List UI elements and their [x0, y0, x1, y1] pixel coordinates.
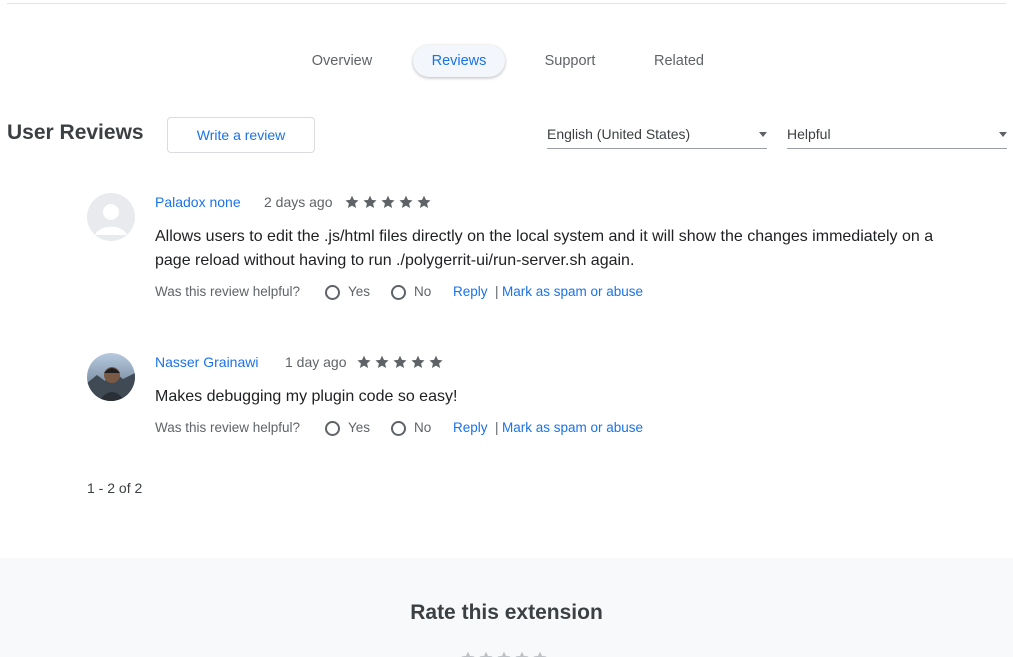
radio-button-icon[interactable] [325, 421, 340, 436]
reply-link[interactable]: Reply [453, 418, 488, 438]
star-icon [399, 195, 413, 208]
star-icon[interactable] [460, 650, 476, 657]
radio-button-icon[interactable] [391, 285, 406, 300]
star-icon[interactable] [496, 650, 512, 657]
tab-support[interactable]: Support [530, 45, 610, 77]
star-icon [357, 355, 371, 368]
review-author-link[interactable]: Paladox none [155, 194, 241, 210]
language-select-value: English (United States) [547, 126, 691, 142]
star-icon [411, 355, 425, 368]
star-icon [393, 355, 407, 368]
link-separator: | [495, 284, 499, 299]
tab-overview[interactable]: Overview [300, 45, 384, 77]
review-text: Allows users to edit the .js/html files … [155, 228, 934, 269]
star-icon[interactable] [514, 650, 530, 657]
avatar-icon [87, 193, 135, 241]
helpful-prompt: Was this review helpful? [155, 420, 301, 435]
mark-spam-link[interactable]: Mark as spam or abuse [502, 418, 643, 438]
top-divider [7, 3, 1006, 4]
chevron-down-icon [759, 132, 767, 137]
write-review-button[interactable]: Write a review [167, 117, 315, 153]
user-reviews-heading: User Reviews [7, 121, 144, 144]
tab-related[interactable]: Related [642, 45, 716, 77]
sort-select-value: Helpful [787, 126, 831, 142]
review-rating [344, 194, 432, 210]
sort-select[interactable]: Helpful [787, 119, 1007, 149]
review-date: 1 day ago [285, 354, 347, 370]
rate-section: Rate this extension [0, 558, 1013, 657]
star-icon [345, 195, 359, 208]
mark-spam-link[interactable]: Mark as spam or abuse [502, 282, 643, 302]
review-date: 2 days ago [264, 194, 333, 210]
helpful-yes-label[interactable]: Yes [348, 418, 370, 438]
star-icon[interactable] [478, 650, 494, 657]
helpful-no-label[interactable]: No [414, 282, 431, 302]
pagination-summary: 1 - 2 of 2 [87, 480, 143, 496]
review-author-link[interactable]: Nasser Grainawi [155, 354, 258, 370]
reply-link[interactable]: Reply [453, 282, 488, 302]
helpful-no-label[interactable]: No [414, 418, 431, 438]
helpful-yes-label[interactable]: Yes [348, 282, 370, 302]
chevron-down-icon [999, 132, 1007, 137]
star-icon [363, 195, 377, 208]
tab-reviews[interactable]: Reviews [413, 45, 505, 77]
tab-bar: Overview Reviews Support Related [0, 44, 1013, 78]
star-icon [375, 355, 389, 368]
star-icon[interactable] [532, 650, 548, 657]
avatar-icon [87, 353, 135, 401]
rate-stars [460, 650, 548, 657]
radio-button-icon[interactable] [325, 285, 340, 300]
star-icon [381, 195, 395, 208]
rate-heading: Rate this extension [410, 601, 603, 624]
review-rating [356, 354, 444, 370]
helpful-prompt: Was this review helpful? [155, 284, 301, 299]
link-separator: | [495, 420, 499, 435]
language-select[interactable]: English (United States) [547, 119, 767, 149]
star-icon [417, 195, 431, 208]
radio-button-icon[interactable] [391, 421, 406, 436]
star-icon [429, 355, 443, 368]
review-text: Makes debugging my plugin code so easy! [155, 388, 458, 405]
